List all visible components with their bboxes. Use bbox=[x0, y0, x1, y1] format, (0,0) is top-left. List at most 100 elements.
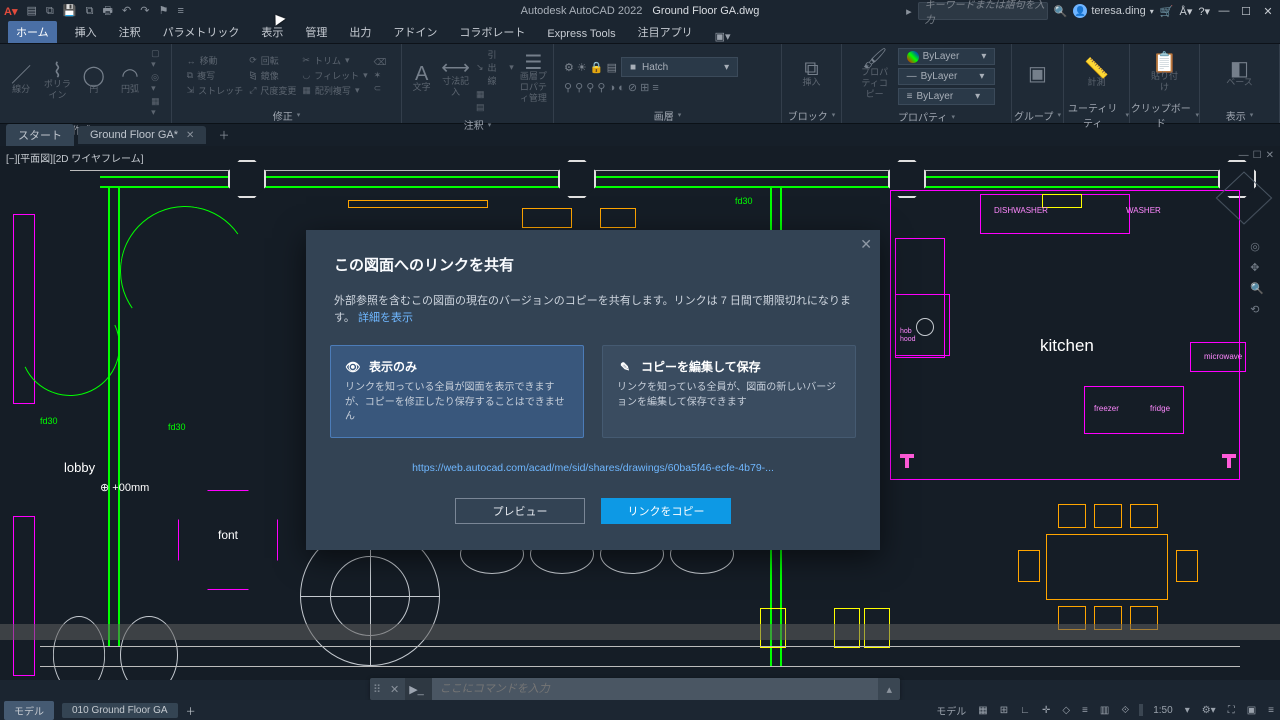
user-menu[interactable]: 👤 teresa.ding ▾ bbox=[1073, 4, 1153, 18]
layer-tools-row[interactable]: ⚲ ⚲ ⚲ ⚲ ◑ ◐ ⊘ ⊞ ≡ bbox=[564, 81, 659, 94]
status-customize-icon[interactable]: ≡ bbox=[1266, 705, 1276, 716]
doctab-new[interactable]: ＋ bbox=[210, 125, 237, 145]
tool-leader[interactable]: ↘ 引出線 ▾ bbox=[476, 48, 514, 87]
tool-line[interactable]: ／線分 bbox=[6, 71, 36, 95]
preview-button[interactable]: プレビュー bbox=[455, 498, 585, 524]
tool-group[interactable]: ▣ bbox=[1021, 69, 1055, 82]
save-icon[interactable]: 💾 bbox=[63, 5, 77, 17]
status-qp-icon[interactable]: ▣ bbox=[1245, 705, 1258, 716]
share-icon[interactable]: ⚑ bbox=[159, 5, 169, 17]
app-logo-icon[interactable]: A▾ bbox=[4, 5, 17, 18]
window-close[interactable]: ✕ bbox=[1260, 5, 1276, 18]
share-play-icon[interactable]: ▸ bbox=[906, 5, 912, 18]
status-annoscale-icon[interactable]: ⛶ bbox=[1226, 705, 1237, 716]
tool-ins-block[interactable]: ⧉挿入 bbox=[795, 64, 829, 88]
tool-array[interactable]: ▦ 配列複写 ▾ bbox=[302, 84, 367, 97]
tool-polyline[interactable]: ⌇ポリライン bbox=[42, 66, 72, 101]
tab-parametric[interactable]: パラメトリック bbox=[159, 21, 244, 43]
appstore-icon[interactable]: Å▾ bbox=[1180, 5, 1193, 18]
panel-label-layer[interactable]: 画層 bbox=[554, 107, 781, 123]
layout-tab-sheet[interactable]: 010 Ground Floor GA bbox=[62, 703, 178, 718]
qat-more-icon[interactable]: ≡ bbox=[178, 5, 184, 17]
window-maximize[interactable]: ☐ bbox=[1238, 5, 1254, 18]
tool-arc[interactable]: ◠円弧 bbox=[115, 71, 145, 95]
status-grid-icon[interactable]: ▦ bbox=[976, 705, 989, 716]
layer-state-icons[interactable]: ⚙ ☀ 🔒 ▤ bbox=[564, 61, 617, 74]
tab-express[interactable]: Express Tools bbox=[543, 25, 619, 43]
tool-base[interactable]: ◧ベース bbox=[1223, 64, 1257, 88]
linetype-select[interactable]: ≡ ByLayer▾ bbox=[898, 88, 996, 105]
status-cycle-icon[interactable]: ⟐ bbox=[1119, 705, 1131, 716]
plot-icon[interactable]: 🖶 bbox=[103, 5, 113, 17]
doctab-start[interactable]: スタート bbox=[6, 124, 74, 146]
tab-addins[interactable]: アドイン bbox=[389, 21, 441, 43]
panel-label-utility[interactable]: ユーティリティ bbox=[1064, 107, 1129, 123]
nav-orbit-icon[interactable]: ⟲ bbox=[1250, 303, 1264, 316]
tool-move[interactable]: ↔ 移動 bbox=[187, 54, 244, 67]
status-trans-icon[interactable]: ▥ bbox=[1098, 705, 1111, 716]
tool-copy[interactable]: ⧉ 複写 bbox=[187, 69, 244, 82]
viewcube[interactable] bbox=[1216, 172, 1272, 228]
tool-scale[interactable]: ⤢ 尺度変更 bbox=[249, 84, 296, 97]
learn-more-link[interactable]: 詳細を表示 bbox=[358, 312, 413, 324]
vp-min-icon[interactable]: — bbox=[1239, 150, 1249, 161]
help-icon[interactable]: ?▾ bbox=[1198, 5, 1210, 18]
tool-rect[interactable]: ▢ ▾ bbox=[151, 48, 165, 70]
tool-circle[interactable]: ◯円 bbox=[79, 71, 109, 95]
panel-label-view[interactable]: 表示 bbox=[1200, 107, 1279, 123]
cmd-close-icon[interactable]: ✕ bbox=[384, 683, 405, 696]
undo-icon[interactable]: ↶ bbox=[122, 5, 131, 17]
copy-link-button[interactable]: リンクをコピー bbox=[601, 498, 731, 524]
layout-tab-model[interactable]: モデル bbox=[4, 701, 54, 720]
tool-field[interactable]: ▤ bbox=[476, 102, 514, 113]
status-ortho-icon[interactable]: ∟ bbox=[1018, 705, 1032, 716]
status-gear-icon[interactable]: ⚙▾ bbox=[1200, 705, 1218, 716]
new-icon[interactable]: ▤ bbox=[26, 5, 36, 17]
tab-home[interactable]: ホーム bbox=[8, 21, 57, 43]
lineweight-select[interactable]: — ByLayer▾ bbox=[898, 68, 996, 85]
tool-ellipse[interactable]: ◎ ▾ bbox=[151, 72, 165, 94]
layer-select[interactable]: ■ Hatch ▾ bbox=[621, 57, 738, 77]
tool-matchprop[interactable]: 🖌プロパティコピー bbox=[858, 54, 892, 100]
tool-dimension[interactable]: ⟷寸法記入 bbox=[441, 63, 470, 98]
panel-label-clipboard[interactable]: クリップボード bbox=[1130, 107, 1199, 123]
command-input[interactable] bbox=[432, 678, 879, 700]
tool-mirror[interactable]: ⧎ 鏡像 bbox=[249, 69, 296, 82]
panel-label-modify[interactable]: 修正 bbox=[172, 107, 401, 123]
dialog-close-icon[interactable]: ✕ bbox=[860, 236, 872, 253]
tab-insert[interactable]: 挿入 bbox=[71, 21, 101, 43]
tool-explode[interactable]: ✶ bbox=[374, 70, 387, 81]
open-icon[interactable]: ⧉ bbox=[46, 5, 54, 17]
nav-zoom-icon[interactable]: 🔍 bbox=[1250, 282, 1264, 295]
tool-erase[interactable]: ⌫ bbox=[374, 57, 387, 68]
saveas-icon[interactable]: ⧉ bbox=[86, 5, 94, 17]
search-icon[interactable]: 🔍 bbox=[1054, 5, 1068, 18]
panel-label-block[interactable]: ブロック bbox=[782, 107, 841, 123]
tab-collaborate[interactable]: コラボレート bbox=[455, 21, 529, 43]
tool-offset[interactable]: ⊂ bbox=[374, 83, 387, 94]
tool-fillet[interactable]: ◡ フィレット ▾ bbox=[302, 69, 367, 82]
nav-pan-icon[interactable]: ✥ bbox=[1250, 261, 1264, 274]
status-model[interactable]: モデル bbox=[934, 703, 968, 718]
status-polar-icon[interactable]: ✛ bbox=[1040, 705, 1052, 716]
status-scale[interactable]: 1:50 bbox=[1151, 705, 1174, 716]
tool-layerprops[interactable]: ☰画層プロパティ管理 bbox=[520, 58, 547, 104]
tab-view[interactable]: 表示 bbox=[257, 21, 287, 43]
tool-paste[interactable]: 📋貼り付け bbox=[1148, 58, 1182, 93]
tab-featured[interactable]: 注目アプリ bbox=[634, 21, 697, 43]
tool-trim[interactable]: ✂ トリム ▾ bbox=[302, 54, 367, 67]
panel-label-group[interactable]: グループ bbox=[1012, 107, 1063, 123]
tool-measure[interactable]: 📏計測 bbox=[1080, 64, 1114, 88]
tool-text[interactable]: A文字 bbox=[408, 69, 435, 93]
tab-output[interactable]: 出力 bbox=[345, 21, 375, 43]
cmd-grip-icon[interactable]: ⠿ bbox=[370, 683, 384, 696]
command-line[interactable]: ⠿ ✕ ▶_ ▴ bbox=[370, 678, 900, 700]
panel-label-props[interactable]: プロパティ bbox=[842, 109, 1011, 124]
window-minimize[interactable]: — bbox=[1216, 5, 1232, 17]
navbar[interactable]: ◎ ✥ 🔍 ⟲ bbox=[1250, 240, 1264, 316]
status-lwt-icon[interactable]: ≡ bbox=[1080, 705, 1090, 716]
option-view-only[interactable]: 👁表示のみ リンクを知っている全員が図面を表示できますが、コピーを修正したり保存… bbox=[330, 345, 584, 438]
vp-max-icon[interactable]: ☐ bbox=[1253, 150, 1262, 161]
cart-icon[interactable]: 🛒 bbox=[1160, 5, 1174, 18]
tab-selector-icon[interactable]: ▣▾ bbox=[715, 30, 731, 43]
